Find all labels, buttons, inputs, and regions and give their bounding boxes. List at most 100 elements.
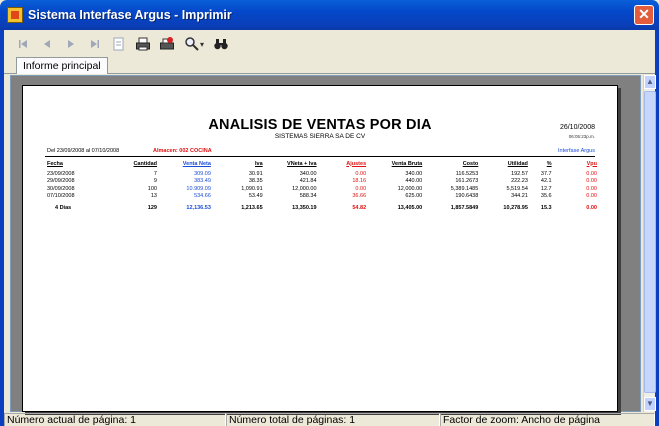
table-row: 07/10/2008 13 534.66 53.49 588.34 36.66 …	[47, 193, 597, 201]
cell: 0.00	[586, 193, 597, 200]
col-vpu: Vpu	[586, 160, 597, 167]
cell: 383.49	[194, 178, 211, 185]
title-bar: Sistema Interfase Argus - Imprimir ✕	[0, 0, 659, 30]
col-porcentaje: %	[546, 160, 552, 167]
cell: 534.66	[194, 193, 211, 200]
cell: 30.91	[248, 170, 263, 177]
cell: 4 Dias	[55, 205, 72, 211]
table-header-row: Fecha Cantidad Venta Neta Iva VNeta + Iv…	[47, 160, 597, 170]
cell: 10.909.09	[186, 185, 211, 192]
search-binoculars-icon[interactable]	[212, 35, 230, 53]
cell: 36.66	[352, 193, 367, 200]
cell: 15.3	[540, 205, 552, 211]
col-iva: Iva	[254, 160, 263, 167]
cell: 30/09/2008	[47, 185, 75, 192]
cell: 344.21	[511, 193, 528, 200]
cell: 161.2673	[455, 178, 479, 185]
report-divider	[45, 156, 595, 157]
col-venta-bruta: Venta Bruta	[391, 160, 423, 167]
cell: 42.1	[540, 178, 552, 185]
report-date-range: Del 23/09/2008 al 07/10/2008	[47, 148, 120, 154]
cell: 100	[147, 185, 157, 192]
cell: 1,213.65	[241, 205, 263, 211]
cell: 12.7	[540, 185, 552, 192]
first-page-icon[interactable]	[14, 35, 32, 53]
toolbar: ▾	[4, 32, 655, 56]
vertical-scrollbar[interactable]: ▲ ▼	[643, 75, 656, 412]
cell: 309.09	[194, 170, 211, 177]
tab-informe-principal[interactable]: Informe principal	[16, 57, 108, 74]
cell: 0.00	[586, 170, 597, 177]
scroll-up-icon[interactable]: ▲	[644, 75, 656, 89]
report-almacen: Almacen: 002 COCINA	[153, 148, 212, 154]
col-fecha: Fecha	[47, 160, 63, 167]
cell: 116.5253	[455, 170, 479, 177]
cell: 38.35	[248, 178, 263, 185]
zoom-icon[interactable]: ▾	[182, 35, 206, 53]
cell: 53.49	[248, 193, 263, 200]
last-page-icon[interactable]	[86, 35, 104, 53]
cell: 13,405.00	[397, 205, 423, 211]
sales-table: Fecha Cantidad Venta Neta Iva VNeta + Iv…	[47, 160, 597, 212]
scroll-down-icon[interactable]: ▼	[644, 397, 656, 411]
cell: 5,389.1485	[450, 185, 479, 192]
report-page: ANALISIS DE VENTAS POR DIA SISTEMAS SIER…	[22, 85, 618, 412]
cell: 129	[147, 205, 157, 211]
cell: 9	[153, 178, 157, 185]
cell: 440.00	[405, 178, 423, 185]
print-setup-icon[interactable]	[158, 35, 176, 53]
cell: 54.82	[352, 205, 367, 211]
cell: 340.00	[299, 170, 317, 177]
report-title: ANALISIS DE VENTAS POR DIA	[208, 117, 432, 133]
status-zoom: Factor de zoom: Ancho de página	[440, 413, 655, 426]
status-current-page: Número actual de página: 1	[4, 413, 226, 426]
status-bar: Número actual de página: 1 Número total …	[4, 413, 655, 426]
cell: 1,857.5849	[450, 205, 479, 211]
print-icon[interactable]	[134, 35, 152, 53]
zoom-dropdown-caret[interactable]: ▾	[200, 40, 204, 49]
close-button[interactable]: ✕	[634, 5, 654, 25]
cell: 0.00	[355, 185, 367, 192]
table-total-row: 4 Dias 129 12,136.53 1,213.65 13,350.19 …	[47, 200, 597, 212]
cell: 222.23	[511, 178, 528, 185]
cell: 0.00	[586, 185, 597, 192]
col-vneta-iva: VNeta + Iva	[287, 160, 317, 167]
cell: 421.84	[299, 178, 317, 185]
cell: 625.00	[405, 193, 423, 200]
scroll-thumb[interactable]	[644, 91, 656, 393]
cell: 13	[150, 193, 157, 200]
col-cantidad: Cantidad	[133, 160, 157, 167]
cell: 23/09/2008	[47, 170, 75, 177]
cell: 07/10/2008	[47, 193, 75, 200]
export-icon[interactable]	[110, 35, 128, 53]
cell: 12,000.00	[292, 185, 317, 192]
cell: 192.57	[511, 170, 528, 177]
prev-page-icon[interactable]	[38, 35, 56, 53]
cell: 190.6438	[455, 193, 479, 200]
cell: 0.00	[586, 205, 597, 211]
app-icon	[7, 7, 23, 23]
cell: 18.16	[352, 178, 367, 185]
cell: 588.34	[299, 193, 317, 200]
status-total-pages: Número total de páginas: 1	[226, 413, 440, 426]
window-title: Sistema Interfase Argus - Imprimir	[28, 8, 232, 22]
cell: 10,278.95	[503, 205, 528, 211]
next-page-icon[interactable]	[62, 35, 80, 53]
report-time: 06:05:23p.m.	[568, 134, 595, 139]
cell: 1,090.91	[241, 185, 263, 192]
table-row: 29/09/2008 9 383.49 38.35 421.84 18.16 4…	[47, 178, 597, 186]
report-brand: Interfase Argus	[558, 148, 595, 154]
cell: 12,136.53	[186, 205, 211, 211]
col-venta-neta: Venta Neta	[182, 160, 211, 167]
report-date: 26/10/2008	[559, 124, 595, 131]
cell: 0.00	[586, 178, 597, 185]
col-utilidad: Utilidad	[507, 160, 528, 167]
cell: 340.00	[405, 170, 423, 177]
report-subtitle: SISTEMAS SIERRA SA DE CV	[274, 133, 366, 140]
cell: 12,000.00	[397, 185, 423, 192]
cell: 13,350.19	[292, 205, 317, 211]
table-row: 30/09/2008 100 10.909.09 1,090.91 12,000…	[47, 185, 597, 193]
cell: 35.6	[540, 193, 552, 200]
cell: 0.00	[355, 170, 367, 177]
col-costo: Costo	[462, 160, 479, 167]
